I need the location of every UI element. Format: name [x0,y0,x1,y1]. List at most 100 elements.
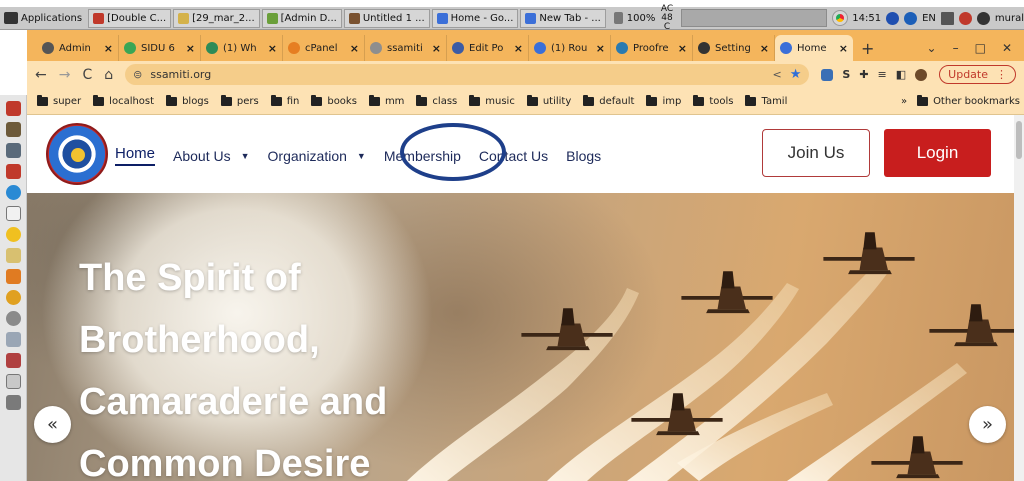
filezilla-icon[interactable] [5,101,21,116]
browser-tab[interactable]: Admin × [37,35,119,61]
bluetooth-icon[interactable] [886,11,900,25]
headphones-icon[interactable] [5,290,21,305]
tab-close-icon[interactable]: × [104,42,113,55]
bookmark-folder[interactable]: utility [526,94,571,107]
tab-close-icon[interactable]: × [760,42,769,55]
network-signal-icon[interactable] [940,11,954,25]
maximize-button[interactable]: □ [975,41,986,55]
browser-tab[interactable]: Home × [775,35,853,61]
scrollbar-thumb[interactable] [1016,121,1022,159]
close-window-button[interactable]: ✕ [1002,41,1012,55]
site-logo[interactable] [46,123,108,185]
chart-icon[interactable] [5,374,21,389]
bookmark-folder[interactable]: fin [270,94,299,107]
reload-button[interactable]: C [82,67,92,83]
home-button[interactable]: ⌂ [104,67,113,83]
browser-tab[interactable]: Proofre × [611,35,693,61]
document-icon[interactable] [5,206,21,221]
emoji-icon[interactable] [5,227,21,242]
tab-close-icon[interactable]: × [268,42,277,55]
nav-organization[interactable]: Organization ▼ [268,148,366,164]
volume-icon[interactable] [613,12,623,24]
browser-tab[interactable]: Setting × [693,35,775,61]
bookmark-folder[interactable]: pers [220,94,259,107]
bookmark-folder[interactable]: Tamil [745,94,787,107]
bookmark-folder[interactable]: tools [693,94,733,107]
nav-blogs[interactable]: Blogs [566,148,601,164]
tab-close-icon[interactable]: × [678,42,687,55]
user-name[interactable]: mural [995,13,1024,24]
side-panel-icon[interactable]: ◧ [896,68,906,81]
forward-button[interactable]: → [59,67,71,83]
tools-icon[interactable] [5,353,21,368]
url-text[interactable]: ssamiti.org [150,68,764,81]
extension-drive-icon[interactable] [821,68,834,81]
bookmark-folder[interactable]: books [311,94,357,107]
hp-icon[interactable] [904,11,918,25]
carousel-prev-button[interactable]: « [34,406,71,443]
extensions-puzzle-icon[interactable]: ✚ [859,68,868,81]
browser-tab[interactable]: ssamiti × [365,35,447,61]
user-avatar-icon[interactable] [976,11,990,25]
reading-list-icon[interactable]: ≡ [878,68,887,81]
tab-search-button[interactable]: ⌄ [927,41,937,55]
cross-icon[interactable] [5,164,21,179]
notes-icon[interactable] [5,248,21,263]
taskbar-task[interactable]: Home - Go... [431,8,519,28]
bookmark-folder[interactable]: imp [646,94,681,107]
taskbar-task[interactable]: [Double C... [88,8,172,28]
tab-close-icon[interactable]: × [186,42,195,55]
printer-icon[interactable] [5,143,21,158]
profile-avatar-icon[interactable] [915,68,928,81]
back-button[interactable]: ← [35,67,47,83]
tab-close-icon[interactable]: × [596,42,605,55]
bookmark-folder[interactable]: mm [368,94,404,107]
bookmark-folder[interactable]: blogs [166,94,209,107]
chrome-tray-icon[interactable] [832,10,849,26]
browser-tab[interactable]: (1) Rou × [529,35,611,61]
bookmark-folder[interactable]: localhost [93,94,154,107]
new-tab-button[interactable]: + [853,35,882,61]
tab-close-icon[interactable]: × [350,42,359,55]
tab-close-icon[interactable]: × [432,42,441,55]
more-bookmarks-button[interactable]: » [901,96,907,107]
tab-close-icon[interactable]: × [514,42,523,55]
bookmark-folder[interactable]: super [37,94,81,107]
taskbar-task[interactable]: Untitled 1 ... [343,8,430,28]
vlc-icon[interactable] [5,269,21,284]
drive-icon[interactable] [5,395,21,410]
other-bookmarks-folder[interactable]: Other bookmarks [917,94,1020,107]
taskbar-task[interactable]: New Tab - ... [520,8,606,28]
telegram-icon[interactable] [5,185,21,200]
nav-home[interactable]: Home [115,145,156,166]
taskbar-task[interactable]: [29_mar_2... [173,8,260,28]
login-button[interactable]: Login [884,129,991,177]
join-us-button[interactable]: Join Us [762,129,870,177]
update-button[interactable]: Update ⋮ [939,65,1016,84]
site-info-icon[interactable]: ⊜ [133,68,142,81]
search-files-icon[interactable] [5,332,21,347]
carousel-next-button[interactable]: » [969,406,1006,443]
minimize-button[interactable]: – [953,41,959,55]
tab-favicon-icon [370,42,382,54]
alert-icon[interactable] [958,11,972,25]
language-indicator[interactable]: EN [922,13,936,24]
browser-tab[interactable]: (1) Wh × [201,35,283,61]
bookmark-star-icon[interactable]: ★ [790,67,802,82]
address-bar[interactable]: ⊜ ssamiti.org < ★ [125,64,810,85]
nav-about[interactable]: About Us ▼ [173,148,250,164]
bookmark-folder[interactable]: class [416,94,457,107]
bookmark-folder[interactable]: default [583,94,634,107]
tab-close-icon[interactable]: × [839,42,848,55]
taskbar-task[interactable]: [Admin D... [261,8,342,28]
settings-icon[interactable] [5,311,21,326]
applications-menu[interactable]: Applications [0,7,88,29]
page-scrollbar[interactable] [1014,115,1024,481]
browser-tab[interactable]: Edit Po × [447,35,529,61]
extension-s-icon[interactable]: S [842,68,850,81]
browser-tab[interactable]: SIDU 6 × [119,35,201,61]
share-icon[interactable]: < [773,68,782,81]
browser-tab[interactable]: cPanel × [283,35,365,61]
bookmark-folder[interactable]: music [469,94,515,107]
library-icon[interactable] [5,122,21,137]
